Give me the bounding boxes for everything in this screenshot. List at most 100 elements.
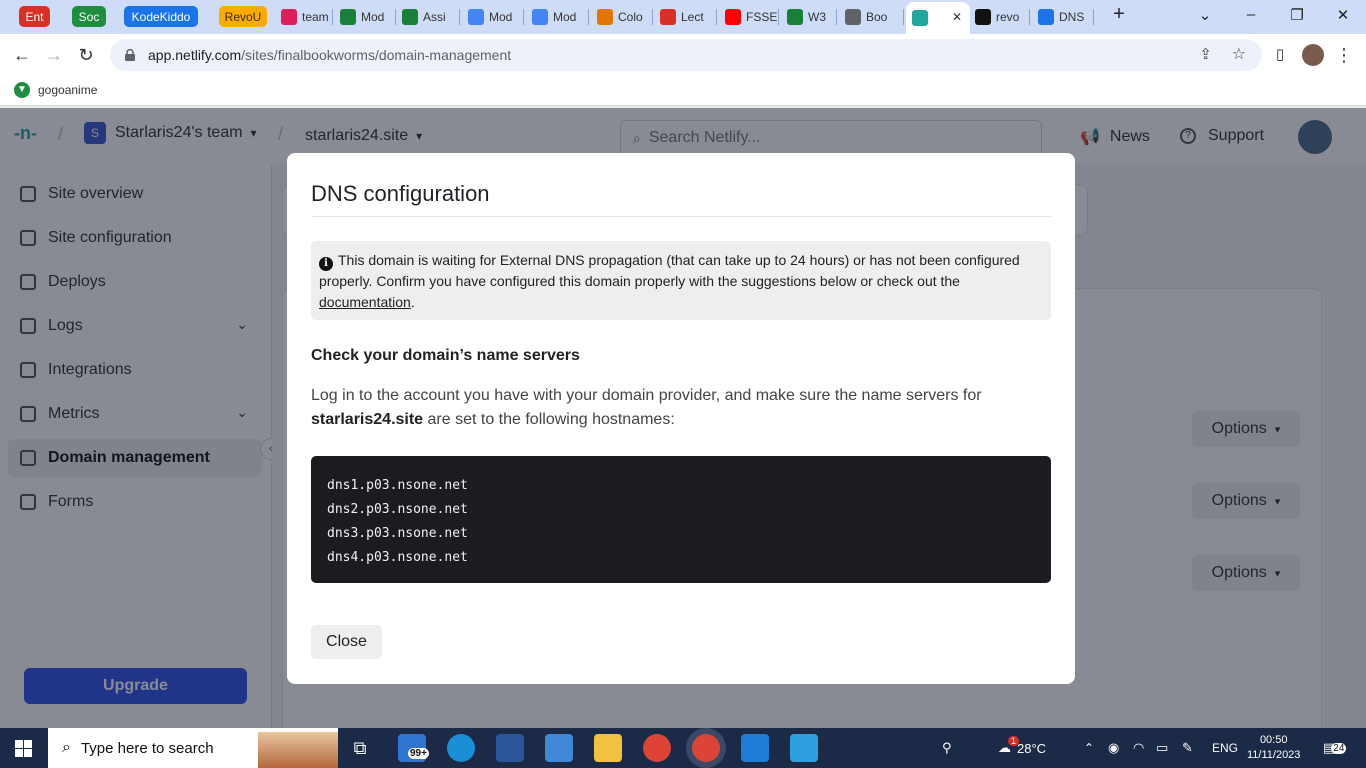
address-bar[interactable]: app.netlify.com/sites/finalbookworms/dom… — [110, 39, 1262, 71]
nameserver-entry: dns1.p03.nsone.net — [327, 478, 468, 493]
bookmark-star-icon[interactable]: ☆ — [1232, 44, 1246, 64]
drive-icon — [402, 9, 418, 25]
browser-tab[interactable]: Colo — [591, 5, 653, 29]
share-icon[interactable]: ⇪ — [1199, 45, 1212, 63]
store-icon[interactable] — [545, 734, 573, 762]
browser-tab[interactable]: DNS — [1032, 5, 1094, 29]
taskbar-search-input[interactable]: ⌕ Type here to search — [48, 728, 338, 768]
dns-configuration-dialog: DNS configuration i This domain is waitin… — [287, 153, 1075, 684]
weather-widget[interactable]: ☁ 1 28°C — [998, 728, 1046, 768]
tab-separator — [588, 9, 589, 25]
tab-strip: Ent Soc KodeKiddo RevoU team Mod Assi Mod Mo… — [0, 0, 1366, 34]
new-tab-button[interactable]: + — [1107, 3, 1131, 26]
browser-tab[interactable]: W3 — [781, 5, 837, 29]
tab-separator — [716, 9, 717, 25]
taskbar-search-placeholder: Type here to search — [80, 739, 214, 757]
tab-separator — [459, 9, 460, 25]
browser-tab[interactable]: team — [275, 5, 333, 29]
forward-button[interactable]: → — [42, 43, 66, 67]
drive-icon — [787, 9, 803, 25]
loading-icon — [660, 9, 676, 25]
url-path: /sites/finalbookworms/domain-management — [241, 47, 512, 63]
back-button[interactable]: ← — [10, 43, 34, 67]
gogoanime-icon: ▼ — [14, 82, 30, 98]
tab-group-chip-kodekiddo[interactable]: KodeKiddo — [124, 6, 198, 27]
show-hidden-icons[interactable]: ⌃ — [1084, 728, 1094, 768]
browser-tab[interactable]: Boo — [839, 5, 904, 29]
tab-separator — [778, 9, 779, 25]
documentation-link[interactable]: documentation — [319, 294, 411, 310]
instructions-text: Log in to the account you have with your… — [311, 387, 982, 404]
youtube-icon — [725, 9, 741, 25]
browser-tab[interactable]: Assi — [396, 5, 460, 29]
info-icon: i — [319, 257, 333, 271]
minimize-button[interactable]: – — [1239, 6, 1263, 23]
vscode-icon[interactable] — [741, 734, 769, 762]
windows-taskbar: ⌕ Type here to search ⧉ 99+ ⚲ ☁ 1 28°C ⌃… — [0, 728, 1366, 768]
meet-now-icon[interactable]: ◉ — [1108, 728, 1119, 768]
tab-title: revo — [996, 10, 1020, 24]
clock[interactable]: 00:50 11/11/2023 — [1247, 728, 1300, 768]
search-highlight-image — [258, 732, 338, 768]
close-tab-icon[interactable]: ✕ — [952, 10, 962, 24]
close-window-button[interactable]: ✕ — [1331, 6, 1355, 24]
tab-separator — [652, 9, 653, 25]
propagation-notice: i This domain is waiting for External DNS… — [311, 241, 1051, 320]
weather-badge: 1 — [1008, 736, 1020, 746]
tab-separator — [1029, 9, 1030, 25]
tab-title: FSSE — [746, 10, 778, 24]
tab-search-icon[interactable]: ⌄ — [1193, 6, 1217, 24]
people-icon[interactable]: ⚲ — [942, 728, 952, 768]
wifi-icon[interactable]: ◠ — [1133, 728, 1144, 768]
browser-tab[interactable]: revo — [969, 5, 1030, 29]
nameserver-entry: dns4.p03.nsone.net — [327, 550, 468, 565]
battery-icon[interactable]: ▭ — [1156, 728, 1168, 768]
colab-icon — [597, 9, 613, 25]
temperature: 28°C — [1017, 740, 1047, 756]
reload-button[interactable]: ↻ — [74, 43, 98, 67]
tab-title: Boo — [866, 10, 888, 24]
url-host: app.netlify.com — [148, 47, 242, 63]
tab-title: Colo — [618, 10, 643, 24]
edge-icon[interactable] — [447, 734, 475, 762]
tab-title: team — [302, 10, 329, 24]
nameserver-list: dns1.p03.nsone.net dns2.p03.nsone.net dn… — [311, 456, 1051, 583]
mail-icon[interactable]: 99+ — [398, 734, 429, 762]
browser-tab[interactable]: Mod — [462, 5, 524, 29]
chrome-profile-icon[interactable] — [692, 734, 720, 762]
browser-tab[interactable]: Lect — [654, 5, 717, 29]
bookmark-gogoanime[interactable]: ▼ gogoanime — [14, 82, 97, 98]
instructions-text-end: are set to the following hostnames: — [423, 411, 675, 428]
language-indicator[interactable]: ENG — [1212, 728, 1238, 768]
browser-tab[interactable]: Mod — [334, 5, 396, 29]
photos-icon[interactable] — [790, 734, 818, 762]
browser-tab[interactable]: FSSE — [719, 5, 779, 29]
side-panel-icon[interactable]: ▯ — [1268, 43, 1292, 67]
tab-title: Lect — [681, 10, 704, 24]
nameserver-entry: dns2.p03.nsone.net — [327, 502, 468, 517]
divider — [311, 216, 1051, 217]
tab-group-chip-revou[interactable]: RevoU — [219, 6, 267, 27]
browser-tab[interactable]: ✕ — [906, 2, 970, 34]
docs-icon — [468, 9, 484, 25]
profile-avatar[interactable] — [1302, 44, 1324, 66]
file-explorer-icon[interactable] — [594, 734, 622, 762]
tab-group-chip-soc[interactable]: Soc — [72, 6, 106, 27]
task-view-icon[interactable]: ⧉ — [346, 734, 374, 762]
chrome-icon[interactable] — [643, 734, 671, 762]
browser-tab[interactable]: Mod — [526, 5, 589, 29]
browser-menu-icon[interactable]: ⋮ — [1332, 43, 1356, 67]
close-button[interactable]: Close — [311, 625, 382, 659]
restore-button[interactable]: ❐ — [1285, 6, 1309, 24]
pen-icon[interactable]: ✎ — [1182, 728, 1193, 768]
windows-start-icon[interactable] — [15, 740, 32, 757]
drive-icon — [340, 9, 356, 25]
nameserver-entry: dns3.p03.nsone.net — [327, 526, 468, 541]
tab-group-chip-ent[interactable]: Ent — [19, 6, 50, 27]
word-icon[interactable] — [496, 734, 524, 762]
notification-center[interactable]: ▤ 24 — [1323, 728, 1347, 768]
mail-badge: 99+ — [408, 748, 429, 759]
tab-title: Mod — [489, 10, 513, 24]
tab-title: W3 — [808, 10, 826, 24]
slack-icon — [281, 9, 297, 25]
